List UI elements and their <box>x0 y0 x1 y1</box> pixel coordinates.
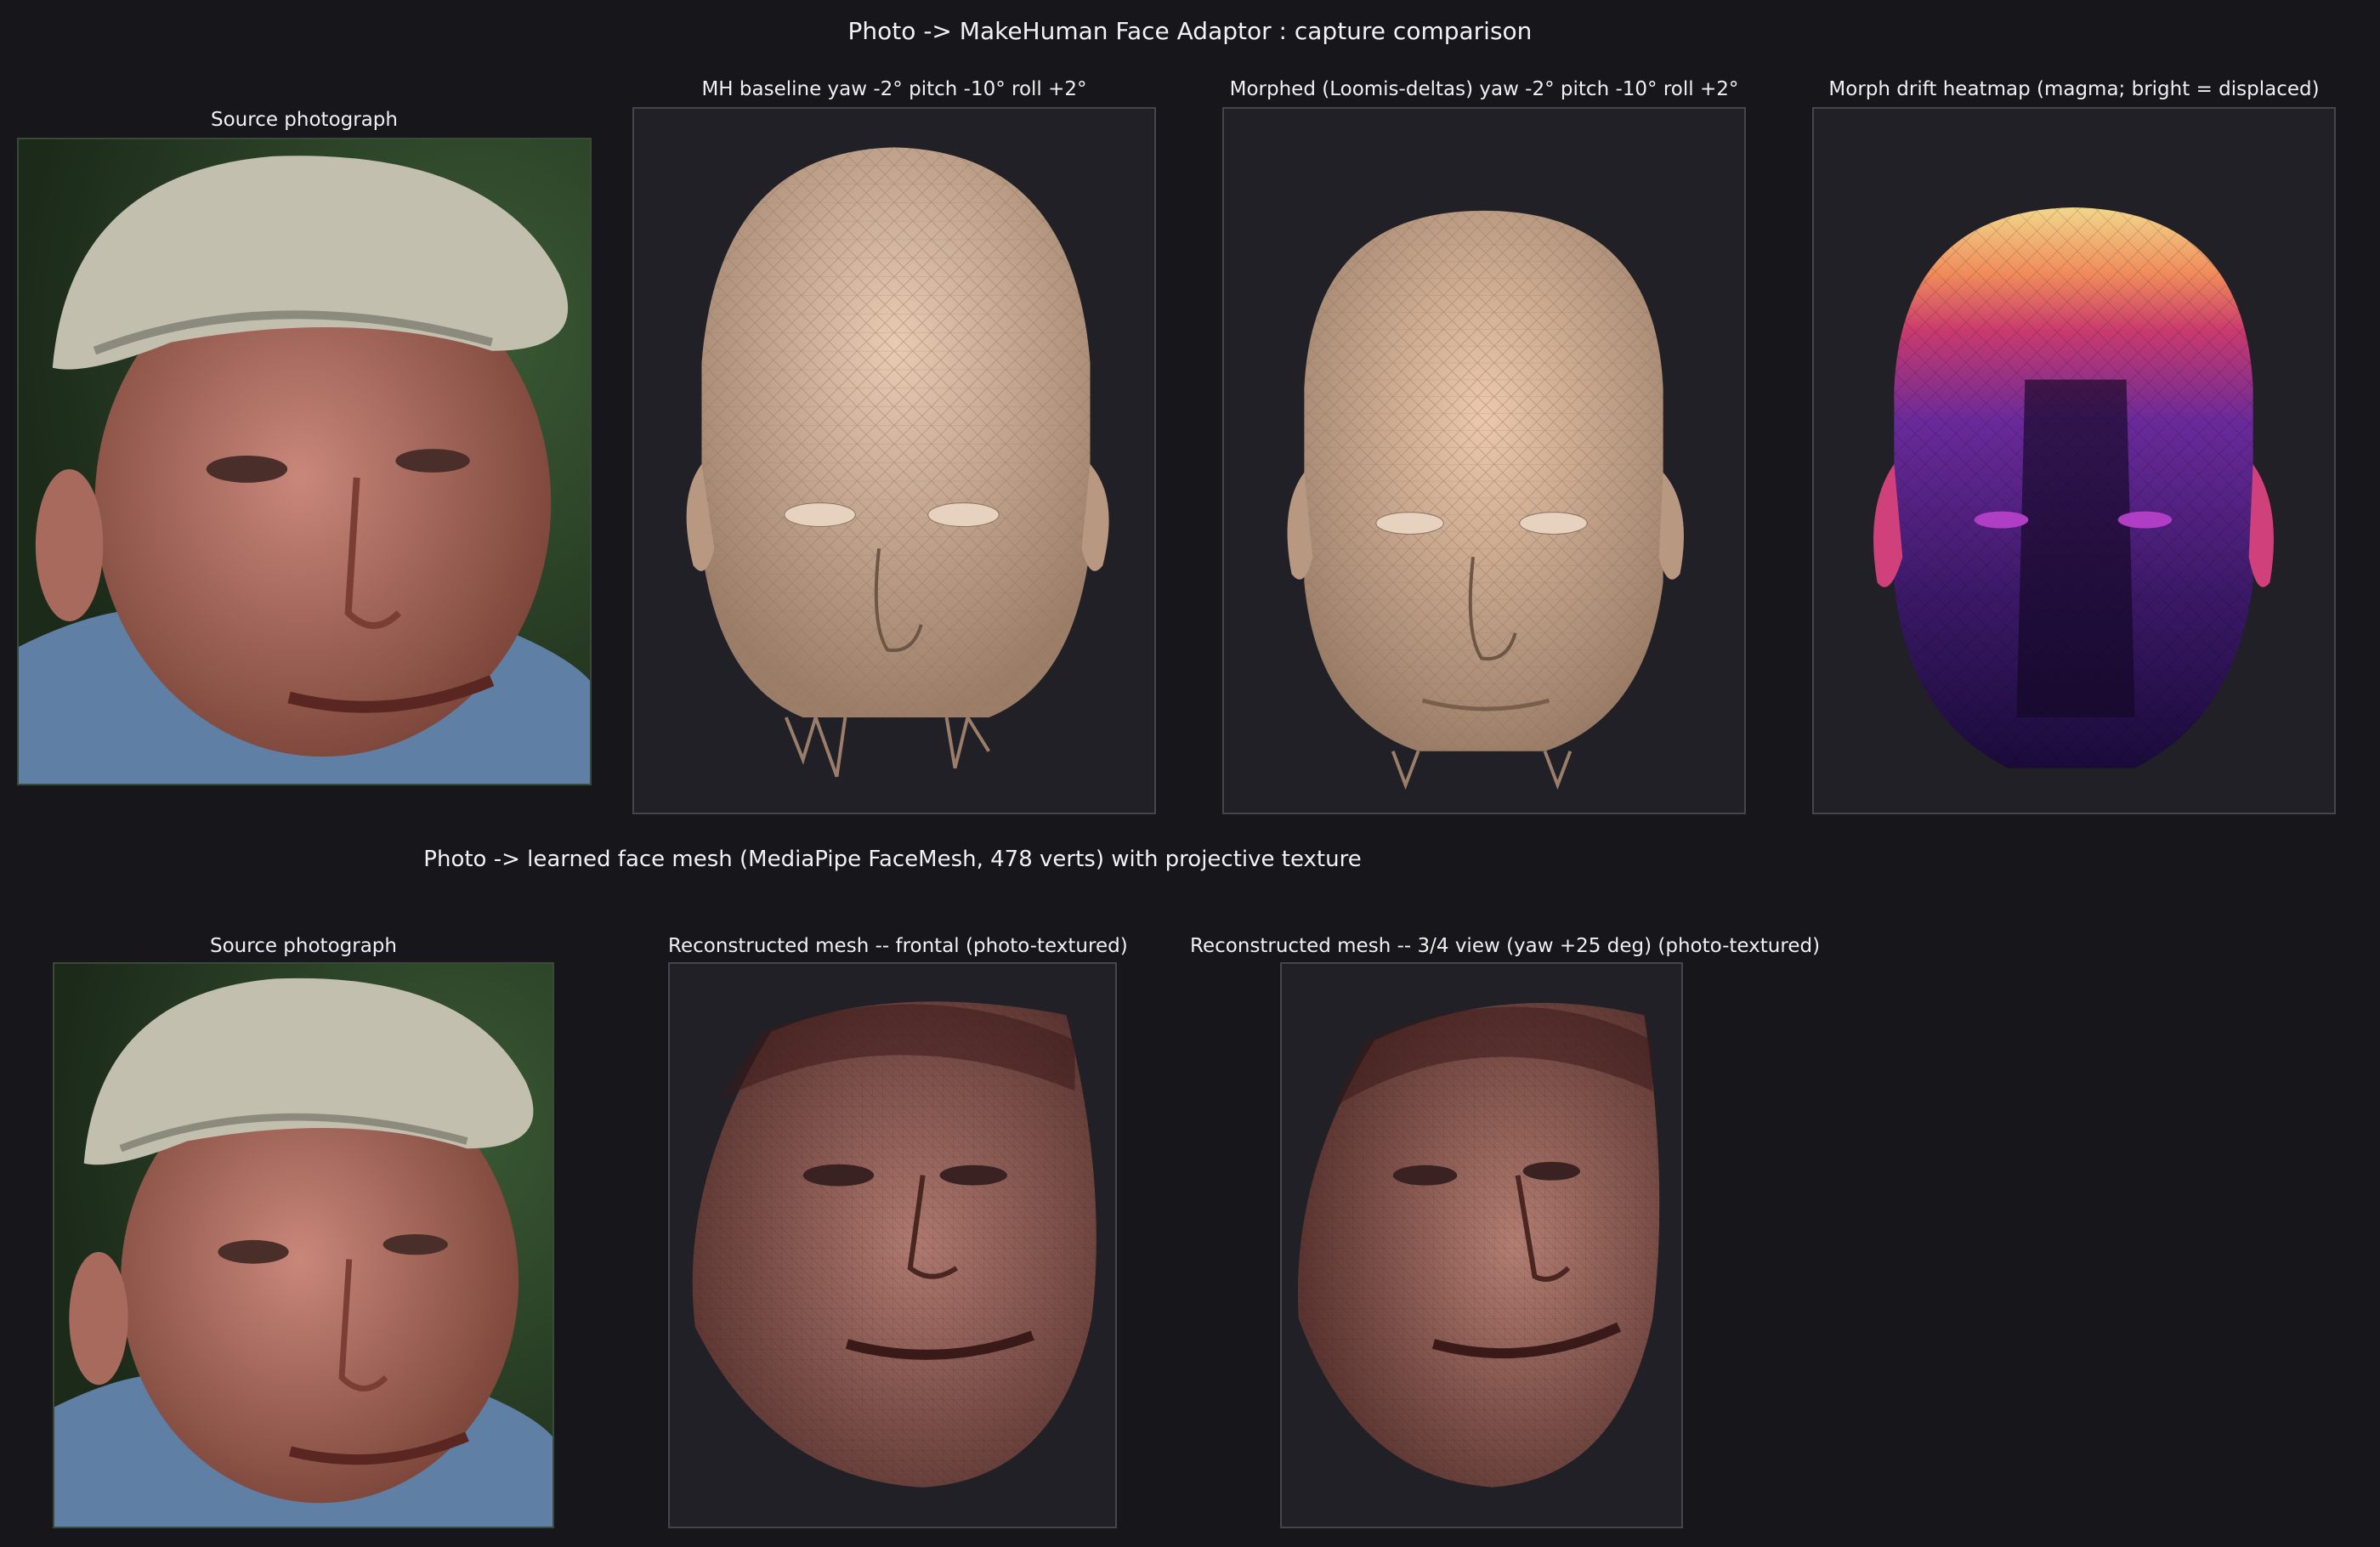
textured-mesh-render <box>692 1001 1096 1488</box>
photo-image <box>54 964 552 1527</box>
mh-baseline-title: MH baseline yaw -2° pitch -10° roll +2° <box>701 78 1087 100</box>
mh-baseline-panel <box>632 107 1156 814</box>
three-quarter-mesh-title: Reconstructed mesh -- 3/4 view (yaw +25 … <box>1190 935 1821 957</box>
frontal-mesh-panel <box>668 962 1117 1528</box>
source-photograph-2 <box>53 962 554 1528</box>
head-mesh-render <box>1287 210 1684 790</box>
main-title: Photo -> MakeHuman Face Adaptor : captur… <box>847 17 1533 45</box>
morphed-title: Morphed (Loomis-deltas) yaw -2° pitch -1… <box>1229 78 1739 100</box>
heatmap-panel <box>1812 107 2336 814</box>
frontal-mesh-title: Reconstructed mesh -- frontal (photo-tex… <box>668 935 1128 957</box>
morphed-panel <box>1222 107 1746 814</box>
source-photo-title: Source photograph <box>211 109 398 131</box>
textured-mesh-render <box>1297 1002 1660 1488</box>
source-photo-title-2: Source photograph <box>210 935 397 957</box>
photo-image <box>19 139 590 784</box>
three-quarter-mesh-panel <box>1280 962 1683 1528</box>
head-mesh-render <box>686 147 1109 778</box>
source-photograph <box>17 138 592 785</box>
heatmap-title: Morph drift heatmap (magma; bright = dis… <box>1828 78 2320 100</box>
reconstruction-section-title: Photo -> learned face mesh (MediaPipe Fa… <box>423 847 1362 872</box>
heatmap-render <box>1873 207 2274 768</box>
